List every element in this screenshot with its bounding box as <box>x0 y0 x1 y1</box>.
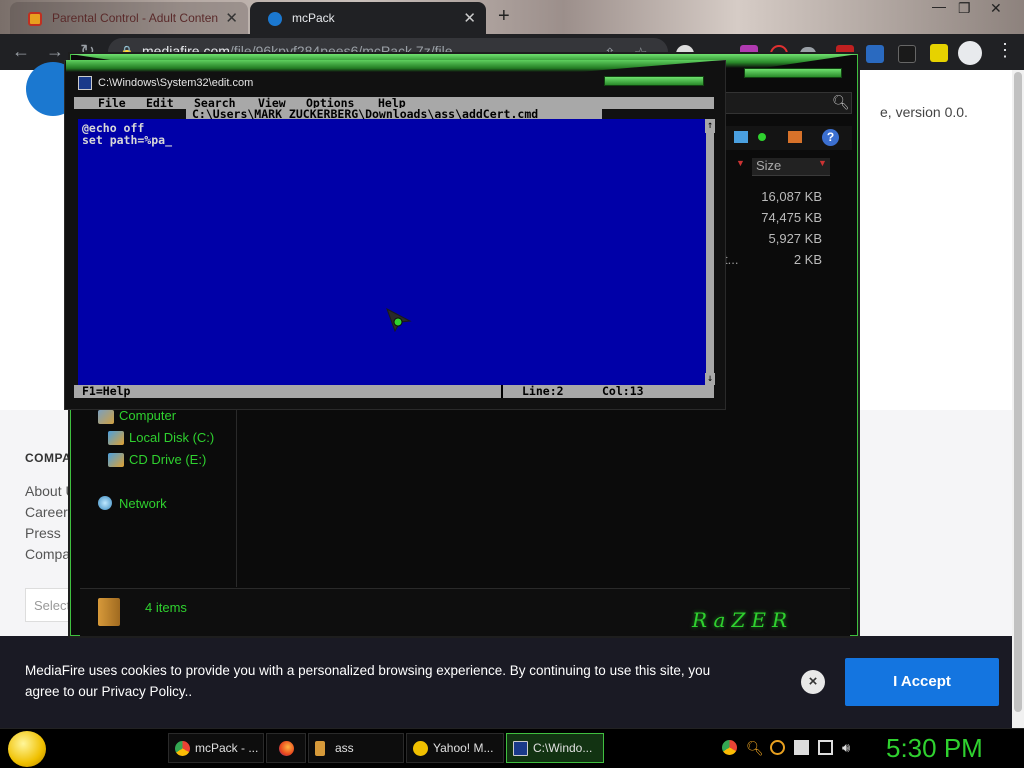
dos-edit-icon <box>513 741 528 756</box>
scroll-up-arrow-icon[interactable]: ↑ <box>705 119 715 133</box>
chrome-tray-icon[interactable] <box>722 740 737 755</box>
tree-item-cd-drive[interactable]: CD Drive (E:) <box>129 452 206 467</box>
view-icon[interactable] <box>734 131 748 143</box>
scroll-down-arrow-icon[interactable]: ↓ <box>705 373 715 385</box>
tab-favicon <box>28 12 42 26</box>
tab-close-icon[interactable]: ✕ <box>463 9 476 27</box>
sort-arrow-icon[interactable]: ▼ <box>818 158 827 168</box>
search-tray-icon[interactable]: 🔍︎ <box>746 740 764 756</box>
item-count: 4 items <box>145 600 187 615</box>
taskbar-item-chrome[interactable]: mcPack - ... <box>168 733 264 763</box>
edit-window-controls[interactable] <box>604 76 704 86</box>
folder-options-icon[interactable] <box>788 131 802 143</box>
minimize-button[interactable]: — <box>932 0 946 14</box>
taskbar-item-firefox[interactable] <box>266 733 306 763</box>
taskbar-label: C:\Windo... <box>533 741 593 755</box>
code-line[interactable]: set path=%pa_ <box>82 133 172 147</box>
yahoo-messenger-icon <box>413 741 428 756</box>
company-heading: COMPA <box>25 451 72 465</box>
search-icon[interactable]: 🔍︎ <box>832 94 850 111</box>
explorer-window-controls[interactable] <box>744 68 842 78</box>
clock[interactable]: 5:30 PM <box>886 733 983 764</box>
tree-item-network[interactable]: Network <box>119 496 167 511</box>
drive-icon <box>108 431 124 445</box>
network-icon <box>98 496 112 510</box>
folder-icon <box>98 598 120 626</box>
taskbar-item-edit[interactable]: C:\Windo... <box>506 733 604 763</box>
cookie-message: MediaFire uses cookies to provide you wi… <box>25 663 711 699</box>
flag-tray-icon[interactable] <box>794 740 809 755</box>
profile-avatar[interactable] <box>958 41 982 65</box>
cd-drive-icon <box>108 453 124 467</box>
volume-icon[interactable]: 🔊︎ <box>842 740 857 755</box>
extension-icon[interactable] <box>898 45 916 63</box>
extension-icon[interactable] <box>930 44 948 62</box>
file-size: 74,475 KB <box>761 210 822 225</box>
tab-mcpack[interactable]: mcPack ✕ <box>250 2 486 34</box>
status-line: Line:2 <box>522 384 564 398</box>
close-window-button[interactable]: ✕ <box>990 0 1002 17</box>
page-scrollbar-thumb[interactable] <box>1014 72 1022 712</box>
mouse-cursor-icon <box>386 308 412 332</box>
menu-file[interactable]: File <box>98 96 126 110</box>
computer-icon <box>98 410 114 424</box>
status-col: Col:13 <box>602 384 644 398</box>
file-size: 2 KB <box>793 252 822 267</box>
text-editor-area[interactable] <box>78 119 706 385</box>
editor-scrollbar[interactable] <box>706 133 714 373</box>
status-help: F1=Help <box>82 384 131 398</box>
truncated-file-name[interactable]: t... <box>724 252 738 267</box>
tab-close-icon[interactable]: ✕ <box>225 9 238 27</box>
razer-logo: RaZER <box>692 608 793 632</box>
firefox-icon <box>279 741 294 756</box>
forward-arrow-icon[interactable]: → <box>46 41 64 62</box>
folder-icon <box>315 741 325 756</box>
taskbar-item-yahoo[interactable]: Yahoo! M... <box>406 733 504 763</box>
file-size: 5,927 KB <box>768 231 823 246</box>
edit-window-title: C:\Windows\System32\edit.com <box>98 77 254 89</box>
file-size: 16,087 KB <box>761 189 822 204</box>
footer-link-press[interactable]: Press <box>25 525 61 541</box>
taskbar-label: Yahoo! M... <box>433 741 494 755</box>
tab-title: Parental Control - Adult Conten <box>52 11 219 25</box>
network-tray-icon[interactable] <box>818 740 833 755</box>
taskbar-item-folder[interactable]: ass <box>308 733 404 763</box>
file-version-text: e, version 0.0. <box>880 104 968 120</box>
tree-item-computer[interactable]: Computer <box>119 408 176 423</box>
nav-pane-divider[interactable] <box>236 405 237 587</box>
back-arrow-icon[interactable]: ← <box>12 41 30 62</box>
taskbar-label: mcPack - ... <box>195 741 259 755</box>
mediafire-favicon <box>268 12 282 26</box>
browser-menu-icon[interactable]: ⋮ <box>996 40 1014 61</box>
accept-cookies-button[interactable]: I Accept <box>845 658 999 706</box>
menu-edit[interactable]: Edit <box>146 96 174 110</box>
tab-title: mcPack <box>292 11 335 25</box>
footer-link-company[interactable]: Compa <box>25 546 70 562</box>
status-dot-icon[interactable] <box>758 133 766 141</box>
extension-icon[interactable] <box>866 45 884 63</box>
cookie-close-button[interactable]: × <box>801 670 825 694</box>
security-tray-icon[interactable] <box>770 740 785 755</box>
chrome-icon <box>175 741 190 756</box>
start-button[interactable] <box>8 731 46 767</box>
help-icon[interactable]: ? <box>822 129 839 146</box>
sort-arrow-icon[interactable]: ▼ <box>736 158 745 168</box>
tab-parental-control[interactable]: Parental Control - Adult Conten ✕ <box>10 2 248 34</box>
dos-app-icon[interactable] <box>78 76 92 90</box>
restore-button[interactable]: ❐ <box>958 0 971 17</box>
taskbar-label: ass <box>335 741 354 755</box>
status-separator <box>501 385 503 398</box>
tree-item-local-disk[interactable]: Local Disk (C:) <box>129 430 214 445</box>
new-tab-button[interactable]: + <box>498 5 510 28</box>
